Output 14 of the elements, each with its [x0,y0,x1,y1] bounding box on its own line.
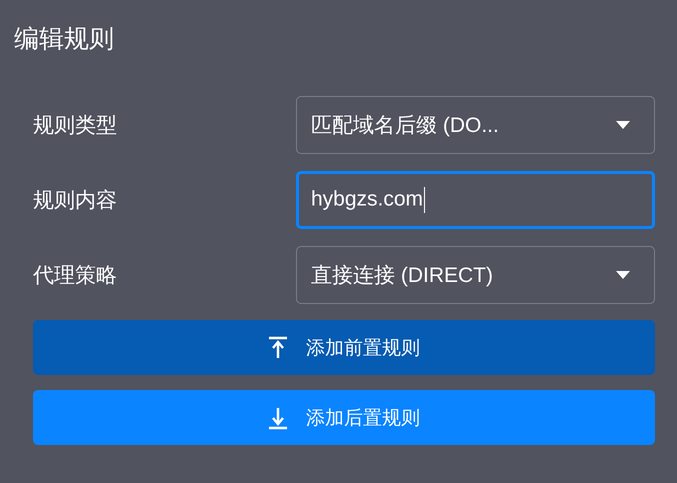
field-label: 规则内容 [33,188,118,214]
text-cursor [424,187,426,213]
dropdown[interactable]: 匹配域名后缀 (DO... [296,96,655,154]
dropdown[interactable]: 直接连接 (DIRECT) [296,246,655,304]
caret-icon [616,121,630,129]
download-arrow-icon [268,406,288,430]
add-rule-button[interactable]: 添加前置规则 [33,320,655,375]
add-rule-button[interactable]: 添加后置规则 [33,390,655,445]
dialog-title: 编辑规则 [14,24,115,55]
field-label: 规则类型 [33,113,118,139]
field-label: 代理策略 [33,263,118,289]
upload-arrow-icon [268,336,288,360]
input-field[interactable]: hybgzs.com [296,171,655,229]
caret-icon [616,271,630,279]
